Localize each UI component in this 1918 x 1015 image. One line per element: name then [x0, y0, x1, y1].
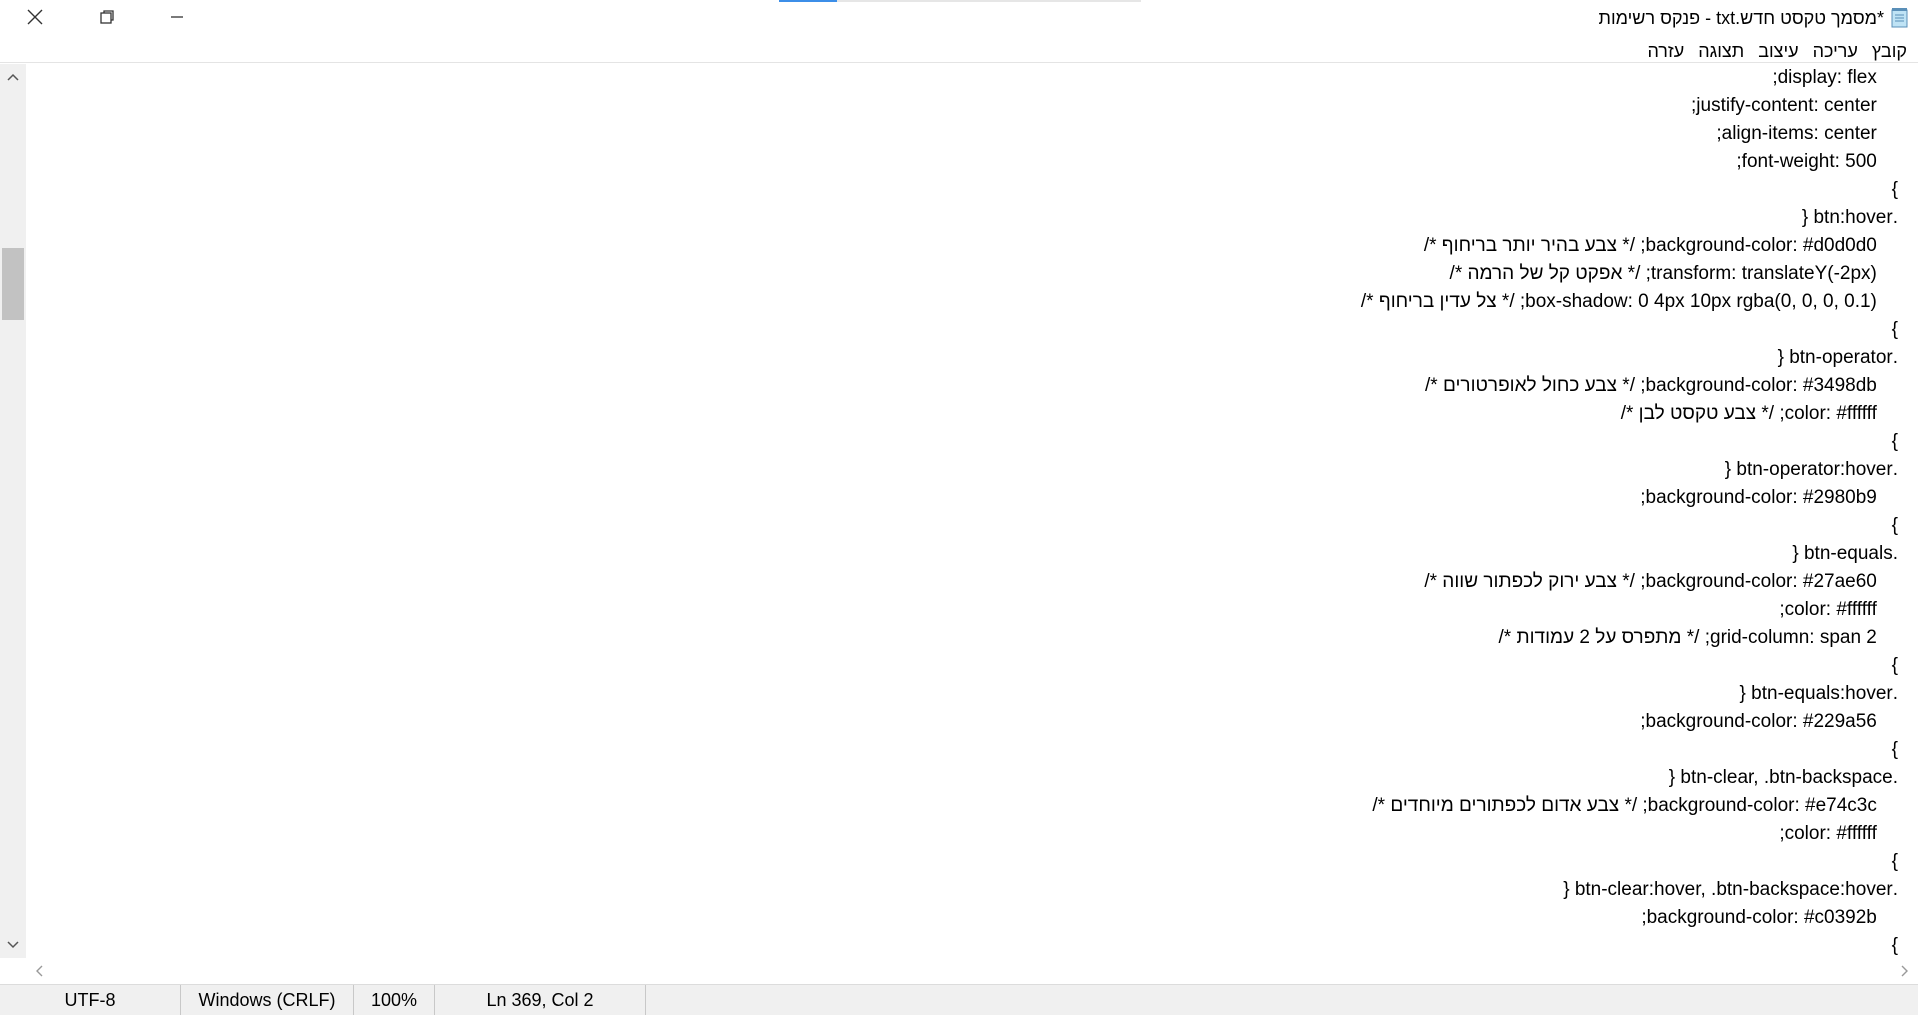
editor-line: grid-column: span 2; /* מתפרס על 2 עמודו…	[1498, 627, 1898, 648]
editor-line: background-color: #2980b9;	[1640, 487, 1898, 508]
editor-line: background-color: #3498db; /* צבע כחול ל…	[1425, 375, 1898, 396]
editor-line: .btn-clear:hover, .btn-backspace:hover {	[1563, 879, 1898, 900]
status-cursor-position: Ln 369, Col 2	[435, 985, 646, 1015]
editor-line: background-color: #e74c3c; /* צבע אדום ל…	[1372, 795, 1898, 816]
editor-line: align-items: center;	[1716, 123, 1898, 144]
minimize-icon	[171, 16, 183, 18]
editor-line: background-color: #c0392b;	[1641, 907, 1898, 928]
editor-line: transform: translateY(-2px); /* אפקט קל …	[1449, 263, 1898, 284]
editor-line: color: #ffffff;	[1779, 599, 1898, 620]
editor-line: color: #ffffff;	[1779, 823, 1898, 844]
editor-line: .btn-operator:hover {	[1724, 459, 1898, 480]
title-bar: *מסמך טקסט חדש.txt - פנקס רשימות	[0, 0, 1918, 36]
restore-button[interactable]	[72, 0, 142, 34]
menu-bar: קובץ עריכה עיצוב תצוגה עזרה	[1640, 38, 1914, 64]
chevron-right-icon	[1901, 965, 1908, 977]
vertical-scrollbar[interactable]	[0, 64, 26, 958]
editor-line: background-color: #229a56;	[1640, 711, 1898, 732]
horizontal-scrollbar[interactable]	[26, 958, 1918, 984]
editor-line: background-color: #d0d0d0; /* צבע בהיר י…	[1423, 235, 1898, 256]
scroll-left-button[interactable]	[26, 958, 52, 984]
chevron-down-icon	[7, 941, 19, 949]
scroll-down-button[interactable]	[0, 932, 26, 958]
notepad-icon	[1890, 7, 1910, 29]
editor-line: }	[1891, 739, 1898, 760]
window-title-area: *מסמך טקסט חדש.txt - פנקס רשימות	[1599, 7, 1910, 29]
editor-line: }	[1891, 515, 1898, 536]
editor-line: }	[1891, 655, 1898, 676]
editor-line: .btn-equals:hover {	[1739, 683, 1898, 704]
menu-view[interactable]: תצוגה	[1691, 38, 1751, 64]
editor-line: .btn-operator {	[1777, 347, 1898, 368]
editor-line: .btn:hover {	[1801, 207, 1898, 228]
editor-line: }	[1891, 319, 1898, 340]
scroll-up-button[interactable]	[0, 64, 26, 90]
status-encoding: UTF-8	[0, 985, 181, 1015]
close-icon	[27, 9, 43, 25]
menu-file[interactable]: קובץ	[1865, 38, 1914, 64]
vertical-scroll-thumb[interactable]	[2, 248, 24, 320]
editor-line: color: #ffffff; /* צבע טקסט לבן */	[1620, 403, 1898, 424]
window-title: *מסמך טקסט חדש.txt - פנקס רשימות	[1598, 7, 1884, 28]
menu-format[interactable]: עיצוב	[1751, 38, 1805, 64]
editor-line: .btn-clear, .btn-backspace {	[1668, 767, 1898, 788]
editor-line: }	[1891, 935, 1898, 956]
chevron-up-icon	[7, 73, 19, 81]
minimize-button[interactable]	[142, 0, 212, 34]
editor-line: font-weight: 500;	[1736, 151, 1898, 172]
status-bar: UTF-8 Windows (CRLF) 100% Ln 369, Col 2	[0, 984, 1918, 1015]
editor-line: background-color: #27ae60; /* צבע ירוק ל…	[1424, 571, 1898, 592]
scroll-right-button[interactable]	[1892, 958, 1918, 984]
editor-line: }	[1891, 179, 1898, 200]
editor-line: .btn-equals {	[1792, 543, 1898, 564]
text-editor[interactable]: display: flex; justify-content: center; …	[26, 64, 1898, 958]
restore-icon	[100, 10, 114, 24]
title-progress-track	[779, 0, 1141, 2]
close-button[interactable]	[0, 0, 70, 34]
editor-lines: display: flex; justify-content: center; …	[26, 64, 1898, 958]
editor-line: }	[1891, 431, 1898, 452]
chevron-left-icon	[36, 965, 43, 977]
editor-line: display: flex;	[1772, 67, 1898, 88]
editor-line: justify-content: center;	[1691, 95, 1898, 116]
menu-divider	[0, 62, 1918, 63]
editor-line: }	[1891, 851, 1898, 872]
menu-edit[interactable]: עריכה	[1806, 38, 1865, 64]
title-progress-fill	[779, 0, 837, 2]
menu-help[interactable]: עזרה	[1640, 38, 1691, 64]
editor-line: box-shadow: 0 4px 10px rgba(0, 0, 0, 0.1…	[1360, 291, 1898, 312]
status-line-ending: Windows (CRLF)	[181, 985, 354, 1015]
status-zoom: 100%	[354, 985, 435, 1015]
